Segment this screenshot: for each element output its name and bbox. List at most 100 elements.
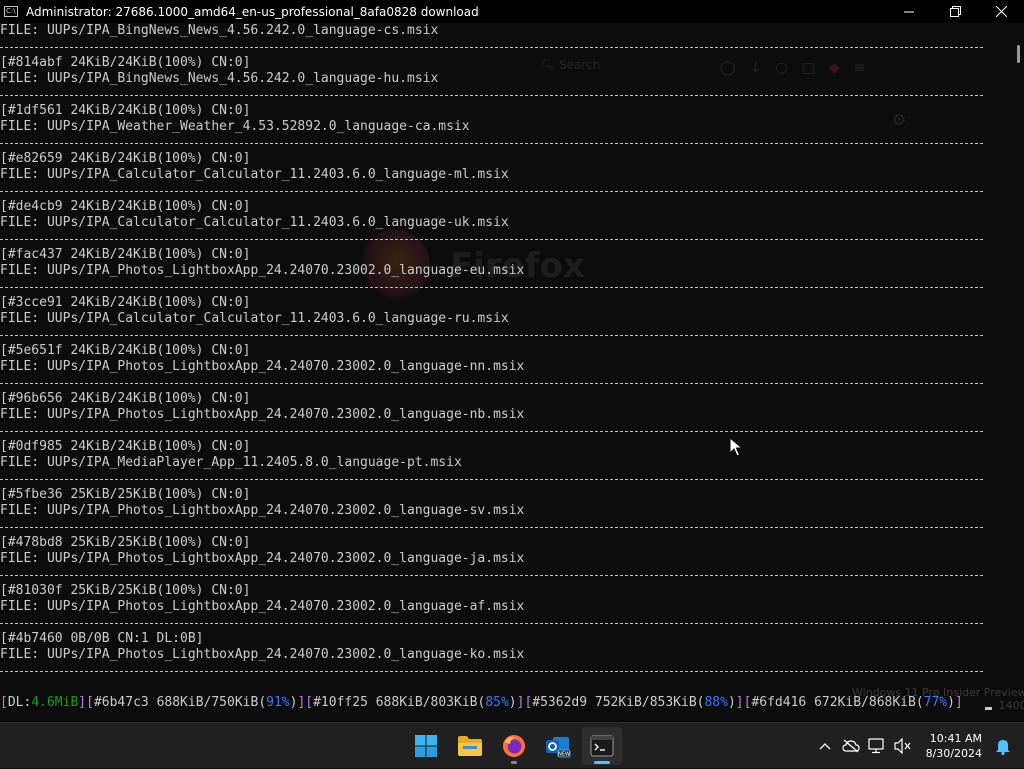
- bracket: [: [0, 695, 8, 710]
- download-entry-header: [#3cce91 24KiB/24KiB(100%) CN:0]: [0, 295, 251, 310]
- chevron-up-icon: [819, 743, 831, 750]
- system-tray: 10:41 AM 8/30/2024: [812, 723, 1024, 769]
- separator-line: [0, 383, 983, 384]
- download-entry-file: FILE: UUPs/IPA_BingNews_News_4.56.242.0_…: [0, 23, 439, 38]
- console-app-icon: C:\: [4, 6, 18, 17]
- download-progress: 672KiB/868KiB: [814, 695, 916, 710]
- firefox-icon: [503, 735, 525, 757]
- download-entry-header: [#0df985 24KiB/24KiB(100%) CN:0]: [0, 439, 251, 454]
- volume-muted-icon: [893, 738, 911, 754]
- minimize-button[interactable]: [886, 0, 932, 23]
- taskbar-firefox[interactable]: [494, 727, 534, 765]
- onedrive-button[interactable]: [838, 739, 864, 753]
- download-id: #6fd416: [751, 695, 807, 710]
- download-id: #6b47c3: [93, 695, 149, 710]
- download-entry-file: FILE: UUPs/IPA_Calculator_Calculator_11.…: [0, 167, 509, 182]
- download-entry-file: FILE: UUPs/IPA_Photos_LightboxApp_24.240…: [0, 503, 525, 518]
- download-status-line: [DL:4.6MiB][#6b47c3 688KiB/750KiB(91%)][…: [0, 694, 963, 712]
- console-output[interactable]: FILE: UUPs/IPA_BingNews_News_4.56.242.0_…: [0, 23, 1008, 683]
- download-percent: 88%: [704, 695, 728, 710]
- separator-line: [0, 431, 983, 432]
- folder-icon: [458, 736, 482, 756]
- mouse-pointer-icon: [729, 437, 743, 457]
- download-entry-file: FILE: UUPs/IPA_Photos_LightboxApp_24.240…: [0, 407, 525, 422]
- separator-line: [0, 527, 983, 528]
- terminal-icon: [590, 735, 614, 757]
- download-id: #5362d9: [532, 695, 588, 710]
- start-button[interactable]: [406, 727, 446, 765]
- minimize-icon: [904, 11, 914, 12]
- title-bar[interactable]: C:\ Administrator: 27686.1000_amd64_en-u…: [0, 0, 1024, 23]
- download-entry-file: FILE: UUPs/IPA_Calculator_Calculator_11.…: [0, 215, 509, 230]
- outlook-new-badge: NEW: [558, 751, 570, 757]
- network-button[interactable]: [864, 738, 890, 754]
- bracket: [: [86, 695, 94, 710]
- window-title: Administrator: 27686.1000_amd64_en-us_pr…: [26, 4, 479, 19]
- paren: (: [258, 695, 267, 710]
- bell-icon: [996, 740, 1010, 755]
- download-percent: 91%: [266, 695, 290, 710]
- close-button[interactable]: [978, 0, 1024, 23]
- separator-line: [0, 47, 983, 48]
- separator-line: [0, 143, 983, 144]
- dl-label: DL:: [7, 695, 32, 710]
- download-entry-header: [#5e651f 24KiB/24KiB(100%) CN:0]: [0, 343, 251, 358]
- separator-line: [0, 671, 983, 672]
- download-entry-header: [#81030f 25KiB/25KiB(100%) CN:0]: [0, 583, 251, 598]
- download-entry-header: [#478bd8 25KiB/25KiB(100%) CN:0]: [0, 535, 251, 550]
- taskbar-terminal[interactable]: [582, 727, 622, 765]
- restore-icon: [949, 6, 961, 17]
- download-entry-file: FILE: UUPs/IPA_Photos_LightboxApp_24.240…: [0, 263, 525, 278]
- active-indicator: [594, 761, 610, 764]
- download-entry-file: FILE: UUPs/IPA_Photos_LightboxApp_24.240…: [0, 359, 525, 374]
- separator-line: [0, 335, 983, 336]
- download-percent: 85%: [485, 695, 509, 710]
- download-entry-header: [#96b656 24KiB/24KiB(100%) CN:0]: [0, 391, 251, 406]
- separator-line: [0, 191, 983, 192]
- bracket: ]: [78, 695, 87, 710]
- maximize-button[interactable]: [932, 0, 978, 23]
- download-entry-file: FILE: UUPs/IPA_Photos_LightboxApp_24.240…: [0, 647, 525, 662]
- running-indicator: [511, 761, 517, 764]
- download-entry-file: FILE: UUPs/IPA_Calculator_Calculator_11.…: [0, 311, 509, 326]
- close-icon: [995, 6, 1007, 17]
- cloud-offline-icon: [841, 739, 860, 753]
- download-entry-file: FILE: UUPs/IPA_MediaPlayer_App_11.2405.8…: [0, 455, 462, 470]
- download-progress: 688KiB/803KiB: [375, 695, 478, 710]
- bracket: ]: [954, 695, 963, 710]
- download-entry-file: FILE: UUPs/IPA_Photos_LightboxApp_24.240…: [0, 551, 525, 566]
- console-window[interactable]: 🔍︎ Search ◯ ↓ ○ □ ◆ ≡ ⚙ Firefox C:\ Admi…: [0, 0, 1024, 722]
- download-entry-header: [#5fbe36 25KiB/25KiB(100%) CN:0]: [0, 487, 251, 502]
- download-entry-file: FILE: UUPs/IPA_Weather_Weather_4.53.5289…: [0, 119, 470, 134]
- show-hidden-icons-button[interactable]: [812, 742, 838, 750]
- separator-line: [0, 95, 983, 96]
- clock[interactable]: 10:41 AM 8/30/2024: [916, 731, 990, 761]
- taskbar-outlook[interactable]: NEW: [538, 727, 578, 765]
- taskbar: NEW 10:41 AM 8/30/2024: [0, 722, 1024, 768]
- separator-line: [0, 287, 983, 288]
- download-speed: 4.6MiB: [31, 695, 79, 710]
- separator-line: [0, 239, 983, 240]
- clock-date: 8/30/2024: [925, 747, 982, 760]
- outlook-icon: NEW: [546, 737, 571, 758]
- taskbar-apps: NEW: [406, 727, 622, 765]
- separator-line: [0, 479, 983, 480]
- volume-button[interactable]: [890, 738, 916, 754]
- paren: ): [727, 695, 736, 710]
- download-percent: 77%: [923, 695, 948, 710]
- notifications-button[interactable]: [990, 737, 1016, 755]
- download-entry-file: FILE: UUPs/IPA_Photos_LightboxApp_24.240…: [0, 599, 525, 614]
- download-entry-header: [#1df561 24KiB/24KiB(100%) CN:0]: [0, 103, 251, 118]
- bracket: ]: [735, 695, 744, 710]
- download-entry-header: [#e82659 24KiB/24KiB(100%) CN:0]: [0, 151, 251, 166]
- paren: ): [508, 695, 517, 710]
- clock-time: 10:41 AM: [929, 732, 982, 745]
- paren: (: [915, 695, 924, 710]
- taskbar-file-explorer[interactable]: [450, 727, 490, 765]
- scrollbar-thumb[interactable]: [1017, 45, 1020, 63]
- download-id: #10ff25: [313, 695, 368, 710]
